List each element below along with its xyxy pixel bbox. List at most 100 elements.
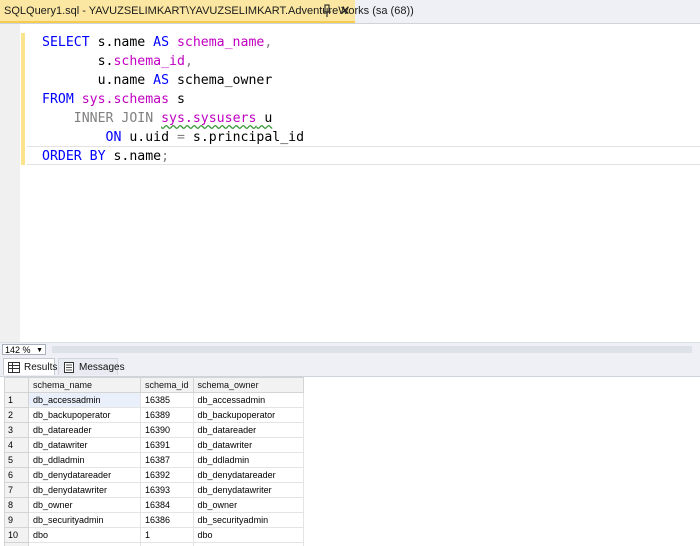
cell-schema-name[interactable]: db_denydatareader xyxy=(28,467,141,483)
code-token: s.name xyxy=(113,149,162,164)
results-tab-strip: Results Messages xyxy=(0,356,700,377)
row-number[interactable]: 3 xyxy=(4,422,29,438)
cell-schema-name[interactable]: db_ddladmin xyxy=(28,452,141,468)
cell-schema-id[interactable]: 16386 xyxy=(140,512,194,528)
code-token: ON xyxy=(105,130,130,145)
cell-schema-id[interactable]: 16393 xyxy=(140,482,194,498)
table-row[interactable]: 2 db_backupoperator 16389 db_backupoperator xyxy=(4,407,304,423)
sql-code[interactable]: SELECT s.name AS schema_name, s.schema_i… xyxy=(42,33,304,166)
grid-header-row: schema_name schema_id schema_owner xyxy=(4,377,304,393)
query-tab-title: SQLQuery1.sql - YAVUZSELIMKART\YAVUZSELI… xyxy=(4,5,414,17)
table-row[interactable]: 7 db_denydatawriter 16393 db_denydatawriter xyxy=(4,482,304,498)
cell-schema-id[interactable]: 16387 xyxy=(140,452,194,468)
code-token: s.name xyxy=(97,35,154,50)
table-row[interactable]: 3 db_datareader 16390 db_datareader xyxy=(4,422,304,438)
row-number[interactable]: 2 xyxy=(4,407,29,423)
cell-schema-name[interactable]: db_datareader xyxy=(28,422,141,438)
grid-body: 1 db_accessadmin 16385 db_accessadmin 2 db_ba… xyxy=(4,392,304,546)
row-number[interactable]: 11 xyxy=(4,542,29,546)
cell-schema-owner[interactable]: db_backupoperator xyxy=(192,407,304,423)
column-header-schema-name[interactable]: schema_name xyxy=(28,377,141,393)
cell-schema-id[interactable]: 16392 xyxy=(140,467,194,483)
query-tab[interactable]: SQLQuery1.sql - YAVUZSELIMKART\YAVUZSELI… xyxy=(0,0,414,23)
cell-schema-name[interactable]: guest xyxy=(28,542,141,546)
row-number[interactable]: 7 xyxy=(4,482,29,498)
table-row[interactable]: 5 db_ddladmin 16387 db_ddladmin xyxy=(4,452,304,468)
cell-schema-owner[interactable]: db_ddladmin xyxy=(192,452,304,468)
table-row[interactable]: 11guest2guest xyxy=(4,542,304,546)
cell-schema-id[interactable]: 16391 xyxy=(140,437,194,453)
table-row[interactable]: 4 db_datawriter 16391 db_datawriter xyxy=(4,437,304,453)
cell-schema-id[interactable]: 16384 xyxy=(140,497,194,513)
cell-schema-owner[interactable]: guest xyxy=(192,542,304,546)
code-token: schema_id xyxy=(113,54,185,69)
results-grid-area[interactable]: schema_name schema_id schema_owner 1 db_a… xyxy=(0,377,700,546)
cell-schema-id[interactable]: 16390 xyxy=(140,422,194,438)
grid-corner[interactable] xyxy=(4,377,29,393)
close-icon[interactable]: ✕ xyxy=(338,2,352,20)
code-token: sys.sysusers xyxy=(161,111,257,126)
table-row[interactable]: 6 db_denydatareader 16392 db_denydatareader xyxy=(4,467,304,483)
table-row[interactable]: 8 db_owner 16384 db_owner xyxy=(4,497,304,513)
cell-schema-owner[interactable]: db_securityadmin xyxy=(192,512,304,528)
table-row[interactable]: 10 dbo 1 dbo xyxy=(4,527,304,543)
column-header-schema-owner[interactable]: schema_owner xyxy=(192,377,304,393)
cell-schema-id[interactable]: 2 xyxy=(140,542,194,546)
code-token: INNER JOIN xyxy=(73,111,162,126)
code-token: ; xyxy=(161,149,170,164)
code-token: sys.schemas xyxy=(81,92,170,107)
code-token: AS xyxy=(153,35,177,50)
change-tracking-bar xyxy=(21,33,25,165)
tab-messages-label: Messages xyxy=(79,362,125,373)
table-row[interactable]: 9 db_securityadmin 16386 db_securityadmin xyxy=(4,512,304,528)
cell-schema-name[interactable]: db_securityadmin xyxy=(28,512,141,528)
cell-schema-id[interactable]: 1 xyxy=(140,527,194,543)
code-token: , xyxy=(184,54,193,69)
cell-schema-owner[interactable]: db_datareader xyxy=(192,422,304,438)
cell-schema-name[interactable]: dbo xyxy=(28,527,141,543)
code-token: s. xyxy=(42,54,114,69)
cell-schema-owner[interactable]: dbo xyxy=(192,527,304,543)
grid-icon xyxy=(8,362,20,373)
cell-schema-id[interactable]: 16385 xyxy=(140,392,194,408)
code-token: u.name xyxy=(42,73,154,88)
row-number[interactable]: 5 xyxy=(4,452,29,468)
row-number[interactable]: 4 xyxy=(4,437,29,453)
tab-results[interactable]: Results xyxy=(3,358,57,375)
cell-schema-name[interactable]: db_backupoperator xyxy=(28,407,141,423)
code-token: u.uid xyxy=(129,130,177,145)
query-editor[interactable]: SELECT s.name AS schema_name, s.schema_i… xyxy=(0,24,700,342)
cell-schema-name[interactable]: db_accessadmin xyxy=(28,392,141,408)
code-token: schema_owner xyxy=(176,73,273,88)
row-number[interactable]: 9 xyxy=(4,512,29,528)
zoom-dropdown[interactable]: 142 % ▼ xyxy=(2,344,46,355)
cell-schema-owner[interactable]: db_accessadmin xyxy=(192,392,304,408)
editor-gutter xyxy=(0,24,20,342)
code-token: , xyxy=(264,35,273,50)
horizontal-scrollbar[interactable] xyxy=(52,346,692,353)
cell-schema-owner[interactable]: db_datawriter xyxy=(192,437,304,453)
cell-schema-name[interactable]: db_owner xyxy=(28,497,141,513)
cell-schema-owner[interactable]: db_denydatareader xyxy=(192,467,304,483)
code-token: SELECT xyxy=(42,35,98,50)
results-grid[interactable]: schema_name schema_id schema_owner 1 db_a… xyxy=(4,377,304,546)
column-header-schema-id[interactable]: schema_id xyxy=(140,377,194,393)
tab-messages[interactable]: Messages xyxy=(58,358,125,375)
pin-icon[interactable] xyxy=(320,3,334,19)
cell-schema-id[interactable]: 16389 xyxy=(140,407,194,423)
code-token: AS xyxy=(153,73,177,88)
cell-schema-owner[interactable]: db_denydatawriter xyxy=(192,482,304,498)
code-token: u xyxy=(256,111,273,126)
row-number[interactable]: 10 xyxy=(4,527,29,543)
table-row[interactable]: 1 db_accessadmin 16385 db_accessadmin xyxy=(4,392,304,408)
row-number[interactable]: 6 xyxy=(4,467,29,483)
cell-schema-owner[interactable]: db_owner xyxy=(192,497,304,513)
cell-schema-name[interactable]: db_datawriter xyxy=(28,437,141,453)
row-number[interactable]: 1 xyxy=(4,392,29,408)
cell-schema-name[interactable]: db_denydatawriter xyxy=(28,482,141,498)
row-number[interactable]: 8 xyxy=(4,497,29,513)
code-token: s.principal_id xyxy=(192,130,305,145)
document-tab-bar: SQLQuery1.sql - YAVUZSELIMKART\YAVUZSELI… xyxy=(0,0,700,24)
